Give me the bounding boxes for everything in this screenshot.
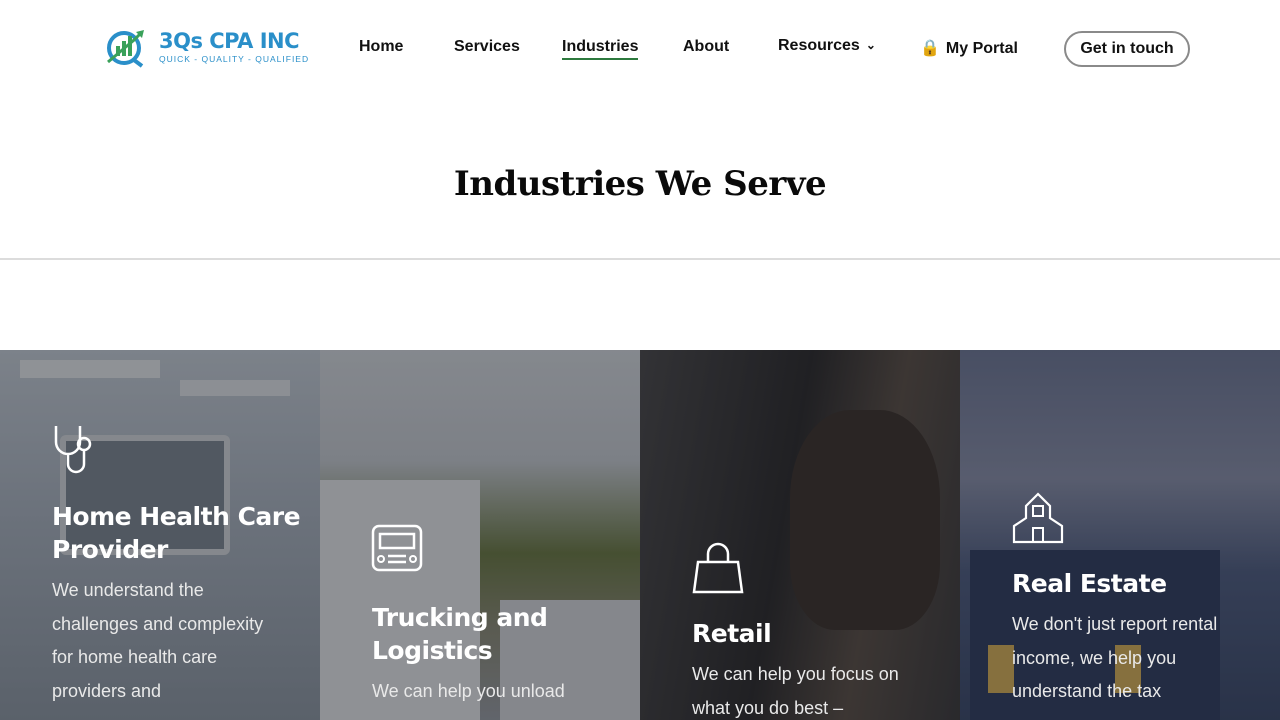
truck-icon bbox=[371, 524, 423, 572]
site-header: 3Qs CPA INC QUICK - QUALITY - QUALIFIED … bbox=[0, 0, 1280, 98]
industry-card-real-estate[interactable]: Real Estate We don't just report rental … bbox=[960, 350, 1280, 720]
industry-description: We can help you unload bbox=[372, 681, 565, 701]
industry-title: Real Estate bbox=[1012, 569, 1167, 598]
nav-my-portal-label: My Portal bbox=[945, 40, 1018, 57]
industry-description: We understand the challenges and complex… bbox=[52, 580, 264, 701]
nav-home[interactable]: Home bbox=[359, 38, 403, 56]
brand-name: 3Qs CPA INC bbox=[159, 29, 300, 53]
brand-logo[interactable]: 3Qs CPA INC QUICK - QUALITY - QUALIFIED bbox=[104, 26, 308, 68]
nav-industries[interactable]: Industries bbox=[562, 38, 639, 60]
industry-card-trucking[interactable]: Trucking and Logistics We can help you u… bbox=[320, 350, 640, 720]
section-divider bbox=[0, 258, 1280, 260]
nav-resources-label: Resources bbox=[778, 37, 860, 54]
industry-description: We don't just report rental income, we h… bbox=[1012, 614, 1218, 701]
get-in-touch-button[interactable]: Get in touch bbox=[1064, 31, 1190, 67]
nav-resources[interactable]: Resources ⌄ bbox=[778, 37, 876, 55]
page-title: Industries We Serve bbox=[453, 164, 827, 204]
nav-my-portal[interactable]: 🔒 My Portal bbox=[920, 38, 1018, 58]
shopping-bag-icon bbox=[692, 542, 744, 594]
stethoscope-icon bbox=[54, 426, 92, 474]
industry-card-home-health[interactable]: Home Health Care Provider We understand … bbox=[0, 350, 320, 720]
industry-title: Trucking and Logistics bbox=[372, 603, 548, 665]
industry-title: Retail bbox=[692, 619, 772, 648]
nav-services[interactable]: Services bbox=[454, 38, 520, 56]
lock-icon: 🔒 bbox=[920, 40, 940, 57]
brand-tagline: QUICK - QUALITY - QUALIFIED bbox=[159, 54, 310, 64]
industry-description: We can help you focus on what you do bes… bbox=[692, 664, 899, 718]
chevron-down-icon: ⌄ bbox=[865, 38, 876, 52]
nav-about[interactable]: About bbox=[683, 38, 729, 56]
industry-title: Home Health Care Provider bbox=[52, 502, 301, 564]
industries-grid: Home Health Care Provider We understand … bbox=[0, 350, 1280, 720]
industry-card-retail[interactable]: Retail We can help you focus on what you… bbox=[640, 350, 960, 720]
house-icon bbox=[1012, 492, 1064, 544]
logo-chart-icon bbox=[107, 30, 144, 68]
